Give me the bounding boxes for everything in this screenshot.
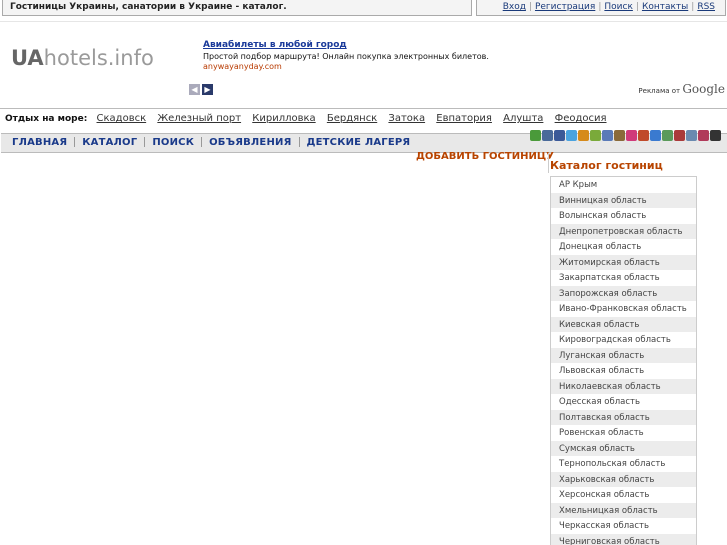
login-link[interactable]: Вход [503, 2, 526, 12]
catalog-item[interactable]: Житомирская область [551, 254, 696, 270]
ad-text: Простой подбор маршрута! Онлайн покупка … [203, 52, 489, 61]
catalog-item[interactable]: Ровенская область [551, 425, 696, 441]
pencil-icon[interactable] [614, 130, 625, 141]
sea-link-zhelezny-port[interactable]: Железный порт [157, 113, 241, 124]
catalog-item[interactable]: Запорожская область [551, 285, 696, 301]
rss-link[interactable]: RSS [697, 2, 715, 12]
top-links: Вход | Регистрация | Поиск | Контакты | RSS [476, 0, 726, 16]
ad-url-link[interactable]: anywayanyday.com [203, 62, 623, 71]
mail-icon[interactable] [638, 130, 649, 141]
catalog-item[interactable]: Полтавская область [551, 409, 696, 425]
delicious-icon[interactable] [662, 130, 673, 141]
social-share-icons [530, 130, 722, 144]
sea-link-alushta[interactable]: Алушта [503, 113, 543, 124]
nav-kids-camps[interactable]: ДЕТСКИЕ ЛАГЕРЯ [300, 134, 418, 148]
catalog-item[interactable]: Киевская область [551, 316, 696, 332]
sea-link-kirillovka[interactable]: Кирилловка [252, 113, 315, 124]
catalog-item[interactable]: Львовская область [551, 363, 696, 379]
catalog-item[interactable]: Винницкая область [551, 192, 696, 208]
squares-icon[interactable] [710, 130, 721, 141]
catalog-item[interactable]: Харьковская область [551, 471, 696, 487]
sea-link-zatoka[interactable]: Затока [388, 113, 425, 124]
catalog-item[interactable]: Одесская область [551, 394, 696, 410]
star-icon[interactable] [626, 130, 637, 141]
facebook-icon[interactable] [554, 130, 565, 141]
google-ads-label[interactable]: Реклама от Google [638, 82, 725, 96]
catalog-item[interactable]: Черниговская область [551, 533, 696, 545]
sea-link-evpatoria[interactable]: Евпатория [436, 113, 492, 124]
ad-arrows: ◀ ▶ [189, 84, 215, 95]
chevron-left-icon[interactable]: ◀ [189, 84, 200, 95]
nav-ads[interactable]: ОБЪЯВЛЕНИЯ [202, 134, 298, 148]
catalog-item[interactable]: Хмельницкая область [551, 502, 696, 518]
catalog-item[interactable]: Днепропетровская область [551, 223, 696, 239]
catalog-item[interactable]: Донецкая область [551, 239, 696, 255]
catalog-item[interactable]: Сумская область [551, 440, 696, 456]
nav-search[interactable]: ПОИСК [145, 134, 201, 148]
catalog-title: Каталог гостиниц [550, 159, 663, 172]
green-icon[interactable] [530, 130, 541, 141]
catalog-item[interactable]: АР Крым [551, 177, 696, 193]
memori-icon[interactable] [686, 130, 697, 141]
ad-block: Авиабилеты в любой город Простой подбор … [203, 40, 623, 71]
twitter-icon[interactable] [566, 130, 577, 141]
sea-label: Отдых на море: [5, 114, 88, 124]
friends-icon[interactable] [590, 130, 601, 141]
ad-title-link[interactable]: Авиабилеты в любой город [203, 40, 623, 50]
sea-link-skadovsk[interactable]: Скадовск [97, 113, 147, 124]
add-hotel-link[interactable]: ДОБАВИТЬ ГОСТИНИЦУ [416, 151, 554, 162]
sea-destinations-bar: Отдых на море: Скадовск Железный порт Ки… [0, 108, 727, 129]
chevron-right-icon[interactable]: ▶ [202, 84, 213, 95]
page-title: Гостиницы Украины, санатории в Украине -… [2, 0, 472, 16]
google-icon[interactable] [650, 130, 661, 141]
catalog-item[interactable]: Черкасская область [551, 518, 696, 534]
sea-link-berdyansk[interactable]: Бердянск [327, 113, 377, 124]
bookmark-icon[interactable] [602, 130, 613, 141]
catalog-item[interactable]: Луганская область [551, 347, 696, 363]
catalog-item[interactable]: Николаевская область [551, 378, 696, 394]
sea-link-feodosia[interactable]: Феодосия [555, 113, 607, 124]
nav-catalog[interactable]: КАТАЛОГ [75, 134, 144, 148]
grid-icon[interactable] [698, 130, 709, 141]
search-link[interactable]: Поиск [604, 2, 633, 12]
people-icon[interactable] [578, 130, 589, 141]
catalog-item[interactable]: Волынская область [551, 208, 696, 224]
catalog-list: АР Крым Винницкая область Волынская област… [550, 176, 697, 545]
digg-icon[interactable] [674, 130, 685, 141]
catalog-item[interactable]: Кировоградская область [551, 332, 696, 348]
catalog-item[interactable]: Закарпатская область [551, 270, 696, 286]
catalog-item[interactable]: Ивано-Франковская область [551, 301, 696, 317]
register-link[interactable]: Регистрация [535, 2, 595, 12]
contacts-link[interactable]: Контакты [642, 2, 688, 12]
divider [548, 153, 549, 173]
catalog-item[interactable]: Херсонская область [551, 487, 696, 503]
nav-home[interactable]: ГЛАВНАЯ [5, 134, 74, 148]
top-bar: Гостиницы Украины, санатории в Украине -… [0, 0, 727, 17]
catalog-item[interactable]: Тернопольская область [551, 456, 696, 472]
header: UAhotels.info Авиабилеты в любой город П… [0, 21, 727, 103]
vk-icon[interactable] [542, 130, 553, 141]
site-logo[interactable]: UAhotels.info [11, 46, 154, 70]
